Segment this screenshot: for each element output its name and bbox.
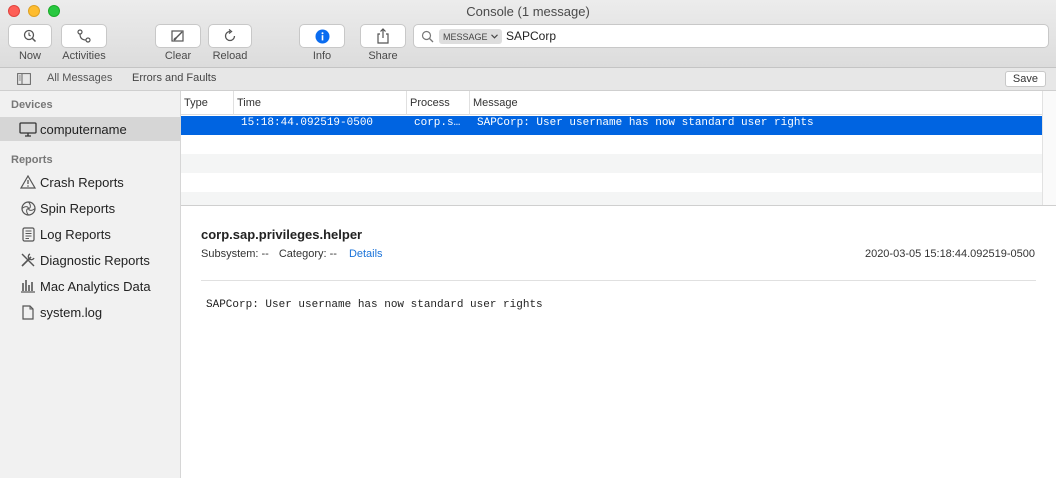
tools-icon bbox=[17, 252, 39, 268]
reload-label: Reload bbox=[212, 50, 248, 62]
devices-header: Devices bbox=[11, 99, 53, 111]
log-icon bbox=[17, 226, 39, 242]
sidebar-item-system-log[interactable]: system.log bbox=[0, 300, 180, 324]
empty-row bbox=[181, 135, 1042, 154]
search-token-message[interactable]: MESSAGE bbox=[439, 29, 502, 44]
toolbar: Console (1 message) Now Activities Clear… bbox=[0, 0, 1056, 68]
sidebar-item-label: Log Reports bbox=[40, 226, 111, 242]
sidebar-item-label: Mac Analytics Data bbox=[40, 278, 151, 294]
log-table-header: Type Time Process Message bbox=[181, 91, 1042, 115]
column-header-type[interactable]: Type bbox=[181, 91, 233, 115]
warning-icon bbox=[17, 175, 39, 189]
activities-button[interactable] bbox=[61, 24, 107, 48]
column-header-time[interactable]: Time bbox=[233, 91, 406, 115]
search-input[interactable]: SAPCorp bbox=[506, 29, 556, 43]
sidebar-item-label: system.log bbox=[40, 304, 103, 320]
detail-pane: corp.sap.privileges.helper Subsystem: --… bbox=[181, 206, 1056, 478]
reload-icon bbox=[224, 29, 236, 42]
table-scrollbar[interactable] bbox=[1042, 91, 1056, 206]
reload-button[interactable] bbox=[208, 24, 252, 48]
clear-icon bbox=[171, 30, 184, 42]
document-icon bbox=[17, 304, 39, 320]
info-icon bbox=[315, 29, 329, 43]
window-title: Console (1 message) bbox=[466, 4, 590, 19]
detail-timestamp: 2020-03-05 15:18:44.092519-0500 bbox=[864, 248, 1035, 260]
console-window: Console (1 message) Now Activities Clear… bbox=[0, 0, 1056, 478]
search-token-label: MESSAGE bbox=[443, 31, 488, 42]
filter-all-messages[interactable]: All Messages bbox=[47, 72, 112, 84]
sidebar-item-label: computername bbox=[40, 121, 127, 137]
column-header-process[interactable]: Process bbox=[406, 91, 469, 115]
activities-label: Activities bbox=[62, 50, 106, 62]
sidebar-item-diagnostic-reports[interactable]: Diagnostic Reports bbox=[0, 248, 180, 272]
log-table: 15:18:44.092519-0500 corp.s… SAPCorp: Us… bbox=[181, 116, 1042, 206]
share-icon bbox=[377, 28, 389, 44]
now-label: Now bbox=[18, 50, 41, 62]
save-button[interactable]: Save bbox=[1004, 71, 1046, 87]
share-button[interactable] bbox=[360, 24, 406, 48]
cell-time: 15:18:44.092519-0500 bbox=[241, 117, 374, 129]
sidebar-item-log-reports[interactable]: Log Reports bbox=[0, 222, 180, 246]
search-icon bbox=[421, 30, 434, 48]
info-button[interactable] bbox=[299, 24, 345, 48]
empty-row bbox=[181, 173, 1042, 192]
sidebar: Devices computername Reports Crash Repor… bbox=[0, 91, 181, 478]
cell-message: SAPCorp: User username has now standard … bbox=[477, 117, 814, 129]
share-label: Share bbox=[368, 50, 398, 62]
chevron-down-icon bbox=[490, 34, 498, 39]
clear-button[interactable] bbox=[155, 24, 201, 48]
details-link[interactable]: Details bbox=[349, 248, 383, 260]
detail-separator bbox=[201, 280, 1036, 281]
column-header-message[interactable]: Message bbox=[469, 91, 1042, 115]
filter-errors-faults[interactable]: Errors and Faults bbox=[132, 72, 216, 84]
detail-message: SAPCorp: User username has now standard … bbox=[206, 299, 543, 311]
sidebar-item-crash-reports[interactable]: Crash Reports bbox=[0, 170, 180, 194]
table-row[interactable]: 15:18:44.092519-0500 corp.s… SAPCorp: Us… bbox=[181, 116, 1042, 135]
now-button[interactable] bbox=[8, 24, 52, 48]
filter-bar: All Messages Errors and Faults Save bbox=[0, 68, 1056, 91]
detail-meta: Subsystem: -- Category: -- Details bbox=[201, 248, 383, 260]
cell-type bbox=[181, 116, 233, 135]
info-label: Info bbox=[312, 50, 332, 62]
sidebar-item-label: Diagnostic Reports bbox=[40, 252, 150, 268]
empty-row bbox=[181, 154, 1042, 173]
clear-label: Clear bbox=[164, 50, 192, 62]
sidebar-toggle-icon[interactable] bbox=[17, 73, 31, 88]
sidebar-item-computername[interactable]: computername bbox=[0, 117, 180, 141]
search-field[interactable]: MESSAGE SAPCorp bbox=[413, 24, 1049, 48]
sidebar-item-mac-analytics-data[interactable]: Mac Analytics Data bbox=[0, 274, 180, 298]
reports-header: Reports bbox=[11, 154, 53, 166]
sidebar-item-spin-reports[interactable]: Spin Reports bbox=[0, 196, 180, 220]
activities-icon bbox=[77, 29, 91, 43]
cell-process: corp.s… bbox=[414, 117, 461, 129]
detail-subsystem: Subsystem: -- bbox=[201, 248, 269, 260]
empty-row bbox=[181, 192, 1042, 206]
computer-icon bbox=[17, 121, 39, 137]
spin-icon bbox=[17, 200, 39, 216]
sidebar-item-label: Crash Reports bbox=[40, 174, 124, 190]
now-icon bbox=[23, 29, 37, 43]
detail-category: Category: -- bbox=[278, 248, 337, 260]
bar-chart-icon bbox=[17, 279, 39, 293]
detail-process-name: corp.sap.privileges.helper bbox=[201, 227, 363, 242]
sidebar-item-label: Spin Reports bbox=[40, 200, 116, 216]
